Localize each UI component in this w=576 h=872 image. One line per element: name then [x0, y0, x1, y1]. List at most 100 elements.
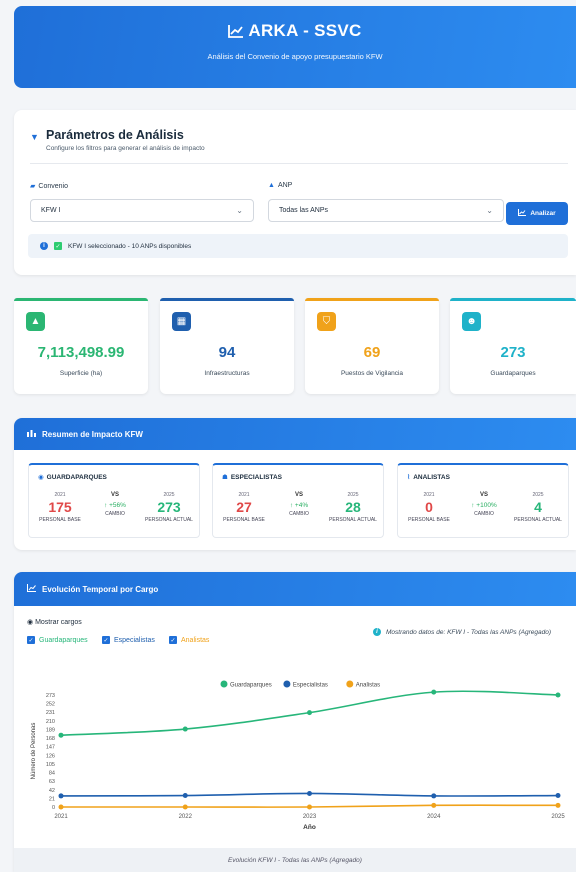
data-point [182, 793, 188, 799]
impact-base-value: 27 [236, 499, 252, 515]
data-point [58, 804, 64, 810]
stat-accent-bar [14, 298, 148, 301]
impact-actual-label: PERSONAL ACTUAL [514, 517, 562, 523]
y-tick-label: 189 [46, 727, 55, 733]
evolution-title: Evolución Temporal por Cargo [42, 584, 159, 594]
stat-card-superficie: ▲ 7,113,498.99 Superficie (ha) [14, 298, 148, 394]
impact-base-col: 2021 175 PERSONAL BASE [35, 492, 85, 523]
stat-accent-bar [450, 298, 576, 301]
user-group-icon: ☻ [462, 312, 481, 331]
convenio-label-text: Convenio [38, 183, 68, 190]
stat-card-puestos: ⛉ 69 Puestos de Vigilancia [305, 298, 439, 394]
x-axis-label: Año [303, 824, 316, 831]
impact-actual-label: PERSONAL ACTUAL [329, 517, 377, 523]
legend-marker [283, 680, 291, 688]
tree-icon: ▲ [268, 182, 275, 189]
toggle-especialistas[interactable]: ✓ Especialistas [102, 636, 155, 644]
impact-base-label: PERSONAL BASE [39, 517, 81, 523]
y-tick-label: 147 [46, 745, 55, 751]
data-point [182, 804, 188, 810]
check-icon: ✓ [54, 242, 62, 250]
impact-year: 2021 [54, 492, 66, 498]
impact-actual-label: PERSONAL ACTUAL [145, 517, 193, 523]
impact-actual-col: 2025 273 PERSONAL ACTUAL [141, 492, 197, 523]
mountain-icon: ▲ [26, 312, 45, 331]
impact-change-label: CAMBIO [474, 511, 494, 517]
legend-label: Especialistas [293, 683, 328, 689]
impact-change-col: VS ↑ +56% CAMBIO [91, 492, 139, 517]
app-subtitle: Análisis del Convenio de apoyo presupues… [207, 52, 383, 61]
y-tick-label: 0 [52, 805, 55, 811]
x-tick-label: 2024 [427, 814, 441, 820]
params-subtitle: Configure los filtros para generar el an… [46, 145, 205, 152]
impact-card-especialistas: ☗ ESPECIALISTAS 2021 27 PERSONAL BASE VS … [212, 463, 384, 538]
chart-line-icon [27, 584, 36, 594]
impact-vs: VS [110, 492, 119, 498]
anp-select[interactable]: Todas las ANPs ⌄ [268, 199, 504, 222]
y-tick-label: 105 [46, 762, 55, 768]
impact-change: ↑ +100% [471, 502, 497, 509]
handshake-icon: ▰ [30, 183, 36, 190]
toggle-guardaparques[interactable]: ✓ Guardaparques [27, 636, 88, 644]
stat-value: 94 [218, 344, 236, 361]
user-tie-icon: ☗ [222, 474, 228, 481]
impact-actual-col: 2025 28 PERSONAL ACTUAL [325, 492, 381, 523]
chart-line-icon [518, 209, 527, 218]
stat-value: 273 [500, 344, 526, 361]
y-tick-label: 21 [49, 796, 55, 802]
toggle-label: Guardaparques [39, 636, 88, 644]
shield-icon: ⛉ [317, 312, 336, 331]
caret-down-icon[interactable]: ▼ [30, 132, 39, 142]
stat-label: Puestos de Vigilancia [340, 370, 404, 377]
impact-year: 2025 [163, 492, 175, 498]
toggle-label: Analistas [181, 636, 210, 644]
convenio-label: ▰ Convenio [30, 182, 68, 190]
x-tick-label: 2023 [303, 814, 317, 820]
impact-card-name: ESPECIALISTAS [230, 474, 282, 481]
impact-vs: VS [479, 492, 488, 498]
anp-label-text: ANP [277, 182, 293, 189]
impact-card-title: ⌇ ANALISTAS [407, 473, 450, 481]
show-series-text: Mostrar cargos [35, 619, 82, 626]
chevron-down-icon: ⌄ [486, 206, 493, 215]
impact-change: ↑ +56% [104, 502, 126, 509]
impact-change-col: VS ↑ +4% CAMBIO [275, 492, 323, 517]
impact-base-value: 0 [425, 499, 433, 515]
chart-line-icon: ⌇ [407, 474, 411, 481]
app-title: ARKA - SSVC [248, 21, 362, 40]
toggle-analistas[interactable]: ✓ Analistas [169, 636, 209, 644]
stat-label: Guardaparques [490, 370, 536, 377]
impact-actual-value: 273 [157, 499, 181, 515]
parameters-panel: ▼ Parámetros de Análisis Configure los f… [14, 110, 576, 275]
convenio-select[interactable]: KFW I ⌄ [30, 199, 254, 222]
evolution-line-chart: Guardaparques Especialistas Analistas 0 21 42… [31, 680, 565, 831]
toggle-label: Especialistas [114, 636, 155, 644]
stat-value: 7,113,498.99 [37, 344, 125, 361]
legend-label: Analistas [356, 683, 380, 689]
params-title: Parámetros de Análisis [46, 128, 184, 142]
impact-card-name: GUARDAPARQUES [46, 474, 107, 481]
impact-change-col: VS ↑ +100% CAMBIO [460, 492, 508, 517]
chevron-down-icon: ⌄ [236, 206, 243, 215]
stat-value: 69 [363, 344, 381, 361]
y-tick-label: 273 [46, 693, 55, 699]
impact-actual-value: 28 [345, 499, 361, 515]
impact-base-col: 2021 27 PERSONAL BASE [219, 492, 269, 523]
legend-marker [346, 680, 354, 688]
data-point [307, 710, 312, 716]
impact-year: 2025 [347, 492, 359, 498]
stat-accent-bar [305, 298, 439, 301]
data-point [58, 732, 64, 738]
showing-data-note: i Mostrando datos de: KFW I - Todas las … [373, 628, 551, 636]
y-tick-label: 231 [46, 710, 55, 716]
legend-marker [220, 680, 228, 688]
impact-title: Resumen de Impacto KFW [42, 429, 143, 439]
impact-base-label: PERSONAL BASE [223, 517, 265, 523]
stat-card-infraestructuras: ▦ 94 Infraestructuras [160, 298, 294, 394]
impact-card-name: ANALISTAS [413, 474, 450, 481]
data-point [431, 802, 437, 808]
analyze-button[interactable]: Analizar [506, 202, 568, 225]
x-tick-label: 2025 [551, 814, 565, 820]
chart-line-icon [228, 23, 244, 43]
impact-header: Resumen de Impacto KFW [14, 418, 576, 450]
